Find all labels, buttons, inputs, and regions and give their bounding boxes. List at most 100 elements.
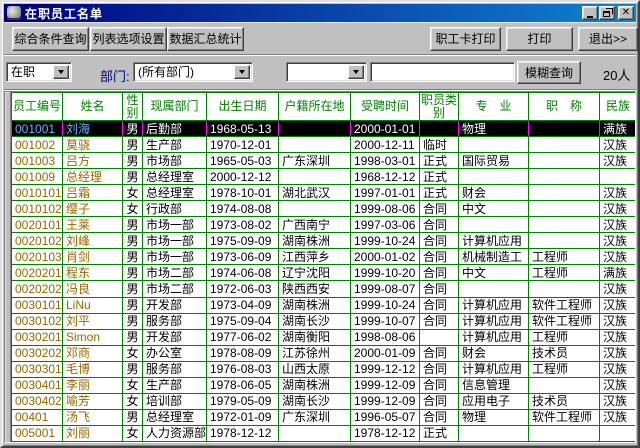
cell-birth_date[interactable]: 1978-10-01 (206, 184, 279, 202)
cell-job_title[interactable] (528, 280, 600, 298)
cell-name[interactable]: 莫骁 (62, 136, 123, 154)
app-icon[interactable] (7, 6, 21, 20)
cell-name[interactable]: 毛博 (62, 360, 123, 378)
cell-emp_id[interactable]: 001003 (11, 152, 63, 170)
close-button[interactable]: ✕ (618, 6, 634, 20)
cell-birth_date[interactable]: 1973-04-09 (206, 296, 279, 314)
cell-job_title[interactable]: 工程师 (528, 360, 600, 378)
department-select[interactable]: (所有部门) (133, 62, 253, 82)
cell-hire_date[interactable]: 1999-10-24 (350, 232, 420, 250)
cell-major[interactable]: 物理 (458, 408, 529, 426)
cell-hire_date[interactable]: 1968-12-12 (350, 168, 420, 186)
cell-birth_date[interactable]: 1978-06-05 (206, 376, 279, 394)
cell-birth_date[interactable]: 1974-08-08 (206, 200, 279, 218)
cell-hire_date[interactable]: 1999-12-09 (350, 376, 420, 394)
cell-ethnicity[interactable]: 满族 (599, 119, 635, 138)
cell-hire_date[interactable]: 1997-01-01 (350, 184, 420, 202)
cell-gender[interactable]: 男 (122, 119, 143, 138)
table-row[interactable]: 001002 莫骁男生产部 1970-12-01 2000-12-11 临时 汉族 (11, 136, 635, 154)
cell-household[interactable] (278, 136, 351, 154)
cell-major[interactable]: 国际贸易 (458, 152, 529, 170)
cell-name[interactable]: 刘海 (62, 119, 123, 138)
cell-job_title[interactable]: 工程师 (528, 264, 600, 282)
cell-job_title[interactable]: 软件工程师 (528, 408, 600, 426)
cell-household[interactable]: 湖南株洲 (278, 232, 351, 250)
cell-category[interactable]: 合同 (419, 232, 459, 250)
field-select[interactable] (286, 62, 367, 82)
cell-birth_date[interactable]: 1973-08-02 (206, 216, 279, 234)
cell-job_title[interactable]: 技术员 (528, 392, 600, 410)
cell-department[interactable]: 市场一部 (142, 248, 207, 266)
cell-job_title[interactable] (528, 376, 600, 394)
cell-household[interactable]: 湖南长沙 (278, 392, 351, 410)
fuzzy-search-input[interactable] (370, 62, 515, 82)
cell-name[interactable]: 肖剑 (62, 248, 123, 266)
cell-department[interactable]: 市场一部 (142, 216, 207, 234)
cell-category[interactable]: 正式 (419, 424, 459, 442)
cell-hire_date[interactable]: 1999-10-07 (350, 312, 420, 330)
cell-department[interactable]: 后勤部 (142, 119, 207, 138)
table-row[interactable]: 0020201 程东男市场二部 1974-06-08 辽宁沈阳 1999-10-20 合同… (11, 264, 635, 282)
cell-emp_id[interactable]: 001001 (11, 119, 63, 138)
print-button[interactable]: 打印 (506, 27, 573, 51)
cell-department[interactable]: 开发部 (142, 296, 207, 314)
cell-hire_date[interactable]: 2000-12-11 (350, 136, 420, 154)
query-by-condition-button[interactable]: 综合条件查询 (12, 27, 89, 51)
cell-department[interactable]: 总经理室 (142, 184, 207, 202)
cell-gender[interactable]: 男 (122, 216, 143, 234)
cell-category[interactable]: 合同 (419, 376, 459, 394)
cell-job_title[interactable] (528, 184, 600, 202)
cell-hire_date[interactable]: 1998-08-06 (350, 328, 420, 346)
cell-birth_date[interactable]: 1975-09-09 (206, 232, 279, 250)
cell-household[interactable]: 湖南长沙 (278, 312, 351, 330)
cell-emp_id[interactable]: 001002 (11, 136, 63, 154)
cell-household[interactable]: 江西萍乡 (278, 248, 351, 266)
cell-name[interactable]: 总经理 (62, 168, 123, 186)
cell-major[interactable] (458, 168, 529, 186)
cell-emp_id[interactable]: 0030401 (11, 376, 63, 394)
cell-category[interactable] (419, 119, 459, 138)
cell-gender[interactable]: 女 (122, 424, 143, 442)
cell-category[interactable]: 合同 (419, 264, 459, 282)
cell-name[interactable]: 邓商 (62, 344, 123, 362)
cell-job_title[interactable]: 技术员 (528, 344, 600, 362)
cell-job_title[interactable]: 软件工程师 (528, 296, 600, 314)
cell-category[interactable]: 合同 (419, 200, 459, 218)
table-row[interactable]: 0010102 缨子女行政部 1974-08-08 1999-08-06 合同 中文 汉族 (11, 200, 635, 218)
cell-ethnicity[interactable]: 汉族 (599, 312, 635, 330)
cell-birth_date[interactable]: 1968-05-13 (206, 119, 279, 138)
cell-emp_id[interactable]: 0020202 (11, 280, 63, 298)
table-row[interactable]: 00401 汤飞男总经理室 1972-01-09 广东深圳 1996-05-07 合同 物理… (11, 408, 635, 426)
cell-name[interactable]: 刘平 (62, 312, 123, 330)
cell-hire_date[interactable]: 1997-03-06 (350, 216, 420, 234)
cell-gender[interactable]: 男 (122, 360, 143, 378)
cell-household[interactable]: 湖北武汉 (278, 184, 351, 202)
cell-ethnicity[interactable]: 汉族 (599, 184, 635, 202)
cell-major[interactable]: 机械制造工 (458, 248, 529, 266)
cell-birth_date[interactable]: 1970-12-01 (206, 136, 279, 154)
cell-household[interactable] (278, 424, 351, 442)
cell-gender[interactable]: 女 (122, 392, 143, 410)
cell-emp_id[interactable]: 0030402 (11, 392, 63, 410)
minimize-button[interactable] (582, 6, 598, 20)
cell-job_title[interactable] (528, 424, 600, 442)
cell-emp_id[interactable]: 0020103 (11, 248, 63, 266)
cell-department[interactable]: 市场二部 (142, 264, 207, 282)
cell-ethnicity[interactable]: 汉族 (599, 280, 635, 298)
cell-category[interactable]: 合同 (419, 408, 459, 426)
cell-ethnicity[interactable]: 汉族 (599, 136, 635, 154)
cell-household[interactable] (278, 168, 351, 186)
cell-major[interactable] (458, 216, 529, 234)
cell-department[interactable]: 总经理室 (142, 408, 207, 426)
cell-name[interactable]: 程东 (62, 264, 123, 282)
list-options-button[interactable]: 列表选项设置 (90, 27, 167, 51)
cell-gender[interactable]: 男 (122, 328, 143, 346)
cell-household[interactable]: 辽宁沈阳 (278, 264, 351, 282)
cell-category[interactable]: 合同 (419, 392, 459, 410)
cell-emp_id[interactable]: 00401 (11, 408, 63, 426)
cell-department[interactable]: 生产部 (142, 376, 207, 394)
cell-department[interactable]: 生产部 (142, 136, 207, 154)
cell-job_title[interactable] (528, 152, 600, 170)
cell-major[interactable]: 中文 (458, 200, 529, 218)
cell-birth_date[interactable]: 1978-12-12 (206, 424, 279, 442)
